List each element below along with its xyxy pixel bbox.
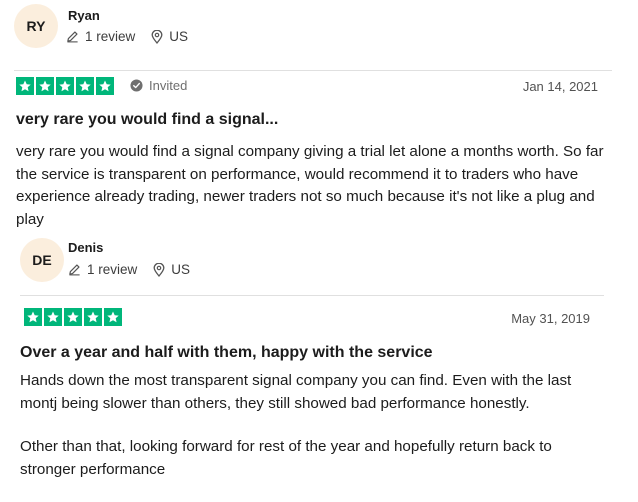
star-icon xyxy=(56,77,74,95)
star-icon xyxy=(84,308,102,326)
avatar[interactable]: RY xyxy=(14,4,58,48)
review-title[interactable]: very rare you would find a signal... xyxy=(16,111,278,129)
review-count-text: 1 review xyxy=(85,29,136,44)
invited-badge[interactable]: Invited xyxy=(130,78,187,93)
country-text: US xyxy=(171,262,191,277)
review-author: DE Denis 1 review US xyxy=(4,232,604,292)
review-date: May 31, 2019 xyxy=(511,311,590,326)
author-name[interactable]: Denis xyxy=(68,240,103,255)
author-location: US xyxy=(151,29,188,44)
author-name[interactable]: Ryan xyxy=(68,8,100,23)
review-count-text: 1 review xyxy=(87,262,138,277)
review-date: Jan 14, 2021 xyxy=(522,79,598,94)
invited-label: Invited xyxy=(149,78,188,93)
star-icon xyxy=(76,77,94,95)
review-count: 1 review xyxy=(68,262,137,277)
review-paragraph: Other than that, looking forward for res… xyxy=(20,438,552,478)
star-rating xyxy=(16,77,116,95)
author-meta: 1 review US xyxy=(66,29,204,44)
star-icon xyxy=(64,308,82,326)
review-author: RY Ryan 1 review US xyxy=(0,0,612,60)
star-icon xyxy=(16,77,34,95)
divider xyxy=(20,295,604,296)
review-paragraph: very rare you would find a signal compan… xyxy=(16,143,604,228)
divider xyxy=(14,70,612,71)
review-title[interactable]: Over a year and half with them, happy wi… xyxy=(20,344,433,362)
review-paragraph: Hands down the most transparent signal c… xyxy=(20,372,572,412)
star-icon xyxy=(36,77,54,95)
review-count: 1 review xyxy=(66,29,135,44)
pencil-icon xyxy=(67,31,78,43)
country-text: US xyxy=(169,29,189,44)
star-icon xyxy=(104,308,122,326)
star-icon xyxy=(24,308,42,326)
location-pin-icon xyxy=(153,262,165,277)
review-text: Hands down the most transparent signal c… xyxy=(20,370,600,502)
author-location: US xyxy=(153,262,190,277)
review-card: DE Denis 1 review US May 31, 2019 Over a… xyxy=(4,232,604,478)
star-icon xyxy=(96,77,114,95)
pencil-icon xyxy=(69,264,80,276)
author-meta: 1 review US xyxy=(68,262,206,277)
star-icon xyxy=(44,308,62,326)
location-pin-icon xyxy=(151,29,163,44)
avatar[interactable]: DE xyxy=(20,238,64,282)
star-rating xyxy=(24,308,124,326)
review-card: RY Ryan 1 review US Invited Jan 14, 2021… xyxy=(0,0,612,228)
invited-check-icon xyxy=(130,79,143,92)
